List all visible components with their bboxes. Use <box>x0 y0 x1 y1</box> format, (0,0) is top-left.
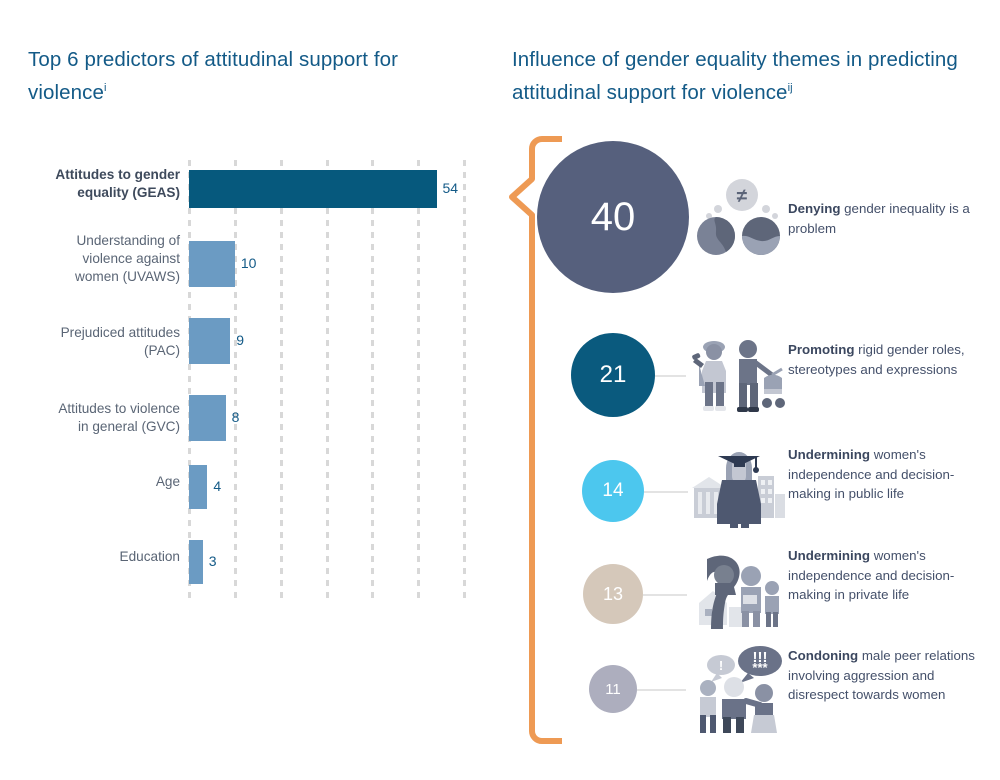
bar-label-line: in general (GVC) <box>78 419 180 434</box>
infographic-root: Top 6 predictors of attitudinal support … <box>0 0 1000 780</box>
svg-text:***: *** <box>752 660 768 675</box>
gridline <box>325 160 329 600</box>
svg-text:≠: ≠ <box>737 186 748 207</box>
bar-value: 54 <box>442 180 459 196</box>
theme-description: Promoting rigid gender roles, stereotype… <box>788 340 988 379</box>
graduate-woman-public-buildings-icon <box>692 444 786 533</box>
theme-value-bubble[interactable]: 40 <box>537 141 689 293</box>
bar-track <box>189 318 231 364</box>
gridline <box>279 160 283 600</box>
theme-value-bubble[interactable]: 11 <box>589 665 637 713</box>
gridline <box>417 160 421 600</box>
gridline <box>463 160 466 600</box>
left-panel-title-text: Top 6 predictors of attitudinal support … <box>28 48 399 104</box>
bar-fill <box>189 241 235 287</box>
connector-line <box>655 375 686 377</box>
bar-fill <box>189 540 203 584</box>
family-at-home-icon <box>699 555 779 629</box>
left-panel-title: Top 6 predictors of attitudinal support … <box>28 46 448 107</box>
bar-label: Prejudiced attitudes (PAC) <box>0 324 180 360</box>
bar-fill <box>189 170 437 208</box>
gridline <box>233 160 237 600</box>
bar-label-line: Age <box>155 474 180 489</box>
bar-value: 8 <box>231 409 240 425</box>
connector-line <box>644 491 688 493</box>
bar-label: Understanding of violence against women (U… <box>0 232 180 286</box>
theme-value-text: 21 <box>599 361 627 388</box>
graduate-woman-public-buildings-icon <box>692 452 785 528</box>
theme-description: Undermining women's independence and dec… <box>788 445 988 504</box>
group-speech-bubbles-exclamation-icon: !!! *** ! <box>700 646 782 733</box>
bar-value: 3 <box>208 553 217 569</box>
theme-value-text: 40 <box>590 194 636 239</box>
theme-description-keyword: Promoting <box>788 342 855 357</box>
bar-label-line: (PAC) <box>144 343 180 358</box>
bar-label: Attitudes to violence in general (GVC) <box>0 400 180 436</box>
bar-label: Age <box>0 473 180 491</box>
theme-description-keyword: Condoning <box>788 648 859 663</box>
two-heads-thought-bubbles-not-equal-icon: ≠ <box>696 178 782 261</box>
gridline <box>371 160 375 600</box>
group-speech-bubbles-exclamation-icon: !!! *** ! <box>690 643 790 740</box>
bar-track <box>189 465 208 509</box>
bar-label-line: violence against <box>82 251 181 266</box>
svg-text:!: ! <box>719 658 723 673</box>
bar-track <box>189 395 226 441</box>
theme-value-text: 14 <box>602 480 624 501</box>
couple-with-pram-and-tools-icon <box>692 340 785 412</box>
bar-fill <box>189 395 226 441</box>
couple-with-pram-and-tools-icon <box>690 336 786 419</box>
family-at-home-icon <box>691 549 787 638</box>
theme-description-keyword: Denying <box>788 201 841 216</box>
bar-label-line: Attitudes to gender <box>55 167 180 182</box>
bar-track <box>189 540 203 584</box>
bar-label-line: Prejudiced attitudes <box>60 325 180 340</box>
theme-value-text: 13 <box>602 583 624 604</box>
theme-description: Condoning male peer relations involving … <box>788 646 988 705</box>
bar-label-line: women (UVAWS) <box>75 269 180 284</box>
bar-value: 4 <box>213 478 222 494</box>
two-heads-thought-bubbles-not-equal-icon: ≠ <box>697 179 780 255</box>
theme-description: Undermining women's independence and dec… <box>788 546 988 605</box>
theme-description-keyword: Undermining <box>788 548 870 563</box>
bar-label-line: Attitudes to violence <box>58 401 180 416</box>
theme-value-bubble[interactable]: 21 <box>571 333 655 417</box>
bar-value: 9 <box>236 332 245 348</box>
themes-panel: 40 ≠ Denying gender inequality is a prob… <box>500 0 1000 780</box>
connector-line <box>637 689 686 691</box>
bar-value: 10 <box>240 255 257 271</box>
bar-fill <box>189 318 231 364</box>
bar-label: Attitudes to gender equality (GEAS) <box>0 166 180 202</box>
bar-track <box>189 170 437 208</box>
bar-fill <box>189 465 208 509</box>
gridline <box>188 160 191 600</box>
connector-line <box>643 594 687 596</box>
bar-label-line: Education <box>119 549 180 564</box>
bar-label-line: equality (GEAS) <box>77 185 180 200</box>
predictors-bar-chart: Attitudes to gender equality (GEAS) 54 Unde… <box>0 160 490 600</box>
theme-value-bubble[interactable]: 13 <box>583 564 643 624</box>
theme-value-bubble[interactable]: 14 <box>582 460 644 522</box>
theme-description-keyword: Undermining <box>788 447 870 462</box>
bar-label-line: Understanding of <box>76 233 180 248</box>
bar-label: Education <box>0 548 180 566</box>
theme-description: Denying gender inequality is a problem <box>788 199 988 238</box>
bar-track <box>189 241 235 287</box>
theme-value-text: 11 <box>605 680 621 698</box>
left-panel-title-superscript: i <box>104 82 107 94</box>
